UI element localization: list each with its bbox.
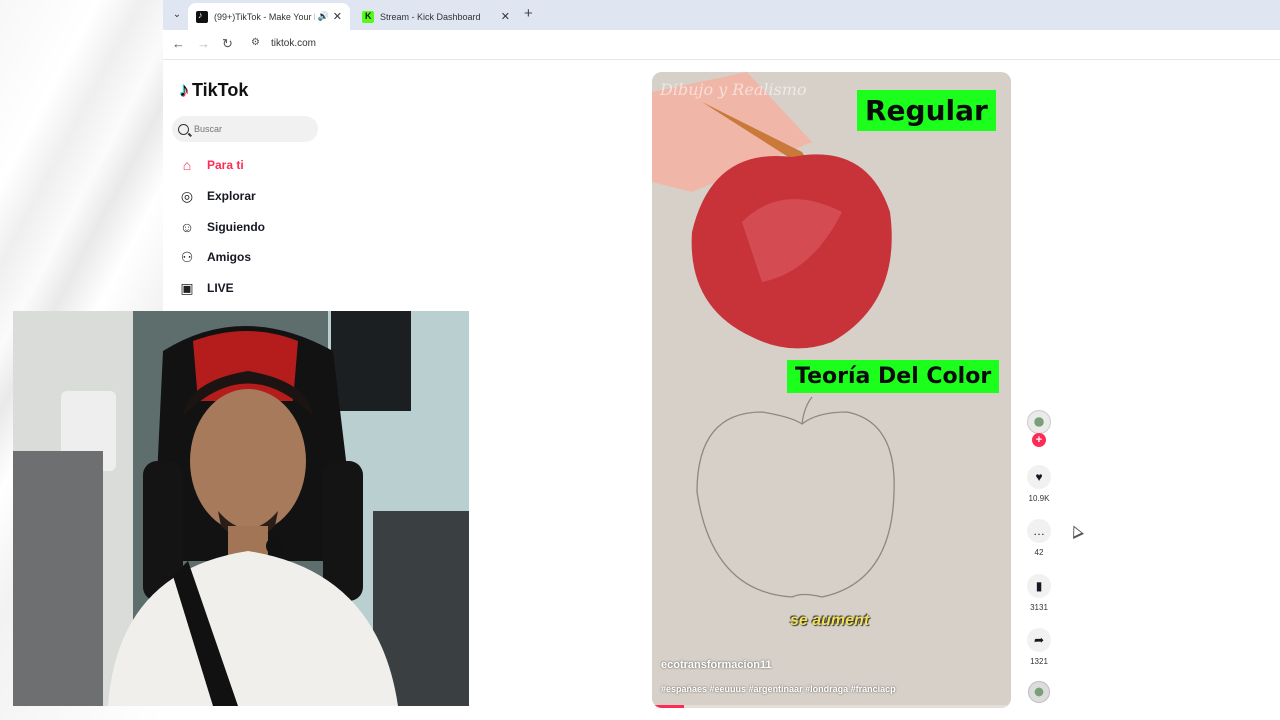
- follow-button[interactable]: +: [1032, 433, 1046, 447]
- search-input[interactable]: [194, 124, 304, 134]
- site-settings-icon[interactable]: ⚙: [251, 37, 260, 48]
- sidebar-item-label: LIVE: [207, 281, 234, 295]
- sidebar-item-amigos[interactable]: ⚇ Amigos: [178, 247, 251, 267]
- sidebar-item-explorar[interactable]: ◎ Explorar: [178, 186, 256, 206]
- comment-action[interactable]: … 42: [1027, 519, 1051, 557]
- caption-regular: Regular: [857, 90, 996, 131]
- video-progress-bar[interactable]: [652, 705, 1011, 708]
- forward-button[interactable]: →: [197, 37, 210, 51]
- comment-count: 42: [1034, 548, 1044, 557]
- video-subtitle: se aument: [790, 612, 870, 629]
- sidebar-item-label: Amigos: [207, 250, 252, 264]
- video-author[interactable]: ecotransformacion11: [661, 659, 772, 671]
- video-watermark: Dibujo y Realismo: [660, 80, 807, 99]
- tab-search-dropdown[interactable]: ⌄: [168, 6, 186, 24]
- video-progress-fill: [652, 705, 685, 708]
- tab-kick[interactable]: Stream - Kick Dashboard ✕: [354, 3, 518, 30]
- save-action[interactable]: ▮ 3131: [1027, 574, 1051, 612]
- webcam-overlay: [13, 311, 469, 706]
- new-tab-button[interactable]: +: [524, 6, 533, 22]
- comment-icon[interactable]: …: [1027, 519, 1051, 543]
- address-bar[interactable]: tiktok.com: [271, 38, 316, 49]
- share-action[interactable]: ➦ 1321: [1027, 628, 1051, 666]
- tiktok-favicon-icon: [196, 10, 208, 23]
- friends-icon: ⚇: [180, 249, 194, 265]
- like-action[interactable]: ♥ 10.9K: [1027, 465, 1051, 503]
- like-count: 10.9K: [1028, 494, 1050, 503]
- sidebar-item-label: Para ti: [207, 158, 244, 172]
- sidebar-item-siguiendo[interactable]: ☺ Siguiendo: [178, 217, 265, 237]
- speaker-icon[interactable]: 🔊: [318, 11, 329, 22]
- heart-icon[interactable]: ♥: [1027, 465, 1051, 489]
- search-bar[interactable]: [172, 116, 318, 142]
- share-icon[interactable]: ➦: [1027, 628, 1051, 652]
- video-player[interactable]: Dibujo y Realismo Regular Teoría Del Col…: [652, 72, 1011, 708]
- reload-button[interactable]: ↻: [222, 37, 233, 51]
- creator-avatar[interactable]: [1027, 410, 1051, 434]
- sidebar-item-label: Siguiendo: [207, 220, 265, 234]
- video-hashtags[interactable]: #españaes #eeuuus #argentinaar #londraga…: [661, 684, 896, 694]
- bookmark-icon[interactable]: ▮: [1027, 574, 1051, 598]
- tab-title: (99+)TikTok - Make Your Day: [214, 11, 315, 22]
- compass-icon: ◎: [180, 188, 194, 204]
- share-count: 1321: [1030, 657, 1048, 666]
- save-count: 3131: [1030, 603, 1048, 612]
- music-disc-icon[interactable]: [1028, 681, 1050, 703]
- navigation-bar: ← → ↻: [163, 30, 1280, 60]
- sidebar-item-para-ti[interactable]: ⌂ Para ti: [178, 155, 244, 175]
- tab-tiktok[interactable]: (99+)TikTok - Make Your Day 🔊 ✕: [188, 3, 350, 30]
- user-follow-icon: ☺: [179, 219, 195, 235]
- caption-teoria: Teoría Del Color: [787, 360, 1000, 393]
- sidebar-item-label: Explorar: [207, 189, 256, 203]
- home-icon: ⌂: [182, 157, 192, 173]
- tiktok-note-icon: ♪: [179, 79, 189, 101]
- mouse-cursor-icon: [1068, 523, 1084, 539]
- sidebar-item-live[interactable]: ▣ LIVE: [178, 278, 234, 298]
- close-tab-icon[interactable]: ✕: [333, 10, 342, 23]
- tiktok-logo[interactable]: ♪ TikTok: [179, 79, 248, 102]
- logo-text: TikTok: [192, 80, 249, 100]
- tab-title: Stream - Kick Dashboard: [380, 11, 481, 22]
- close-tab-icon[interactable]: ✕: [501, 10, 510, 23]
- back-button[interactable]: ←: [172, 37, 185, 51]
- search-icon: [178, 123, 189, 135]
- kick-favicon-icon: [362, 10, 374, 23]
- webcam-image: [13, 311, 469, 706]
- live-tv-icon: ▣: [180, 280, 194, 296]
